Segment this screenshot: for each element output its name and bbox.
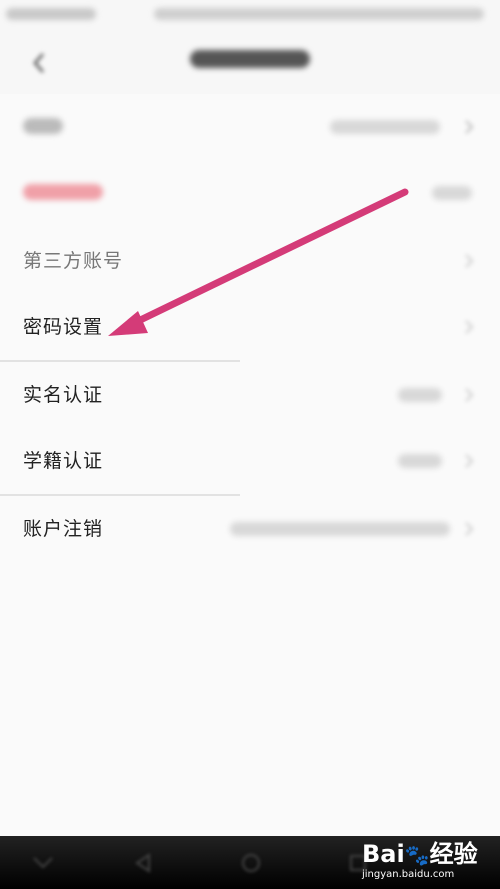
menu-item-label: 学籍认证 [23,450,104,472]
status-bar [0,0,500,36]
home-circle-icon[interactable] [238,850,264,876]
back-triangle-icon[interactable] [130,850,156,876]
watermark-brand-text: Bai [362,840,405,868]
menu-item-student-status-verification[interactable]: 学籍认证 [0,428,500,494]
student-status-blurred [398,454,442,468]
menu-item-password-settings[interactable]: 密码设置 [0,294,500,360]
menu-item-label: 账户注销 [23,518,104,540]
status-icons-blurred [154,8,484,20]
system-navigation-bar: Bai🐾经验 jingyan.baidu.com [0,836,500,889]
status-carrier-blurred [6,8,96,20]
real-name-status-blurred [398,388,442,402]
phone-row-blurred[interactable] [0,94,500,160]
chevron-right-icon [462,450,476,472]
menu-item-account-cancellation[interactable]: 账户注销 [0,496,500,562]
page-title-blurred [150,49,350,74]
watermark-brand: Bai🐾经验 [362,840,478,869]
watermark-url: jingyan.baidu.com [362,869,455,880]
back-arrow-icon[interactable] [26,50,52,76]
watermark-brand-suffix: 经验 [429,840,478,868]
phone-value-blurred [330,120,440,134]
chevron-right-icon [462,250,476,272]
paw-icon: 🐾 [404,843,430,867]
badge-row-blurred[interactable] [0,160,500,226]
menu-item-label: 实名认证 [23,384,104,406]
red-badge-blurred [23,184,103,200]
chevron-right-icon [462,116,476,138]
menu-item-third-party-account[interactable]: 第三方账号 [0,228,500,294]
menu-item-label: 密码设置 [23,316,104,338]
badge-value-blurred [432,186,472,200]
chevron-right-icon [462,384,476,406]
chevron-right-icon [462,316,476,338]
settings-list: 第三方账号 密码设置 实名认证 学籍认证 账户注销 [0,94,500,836]
nav-bar [0,36,500,94]
baidu-jingyan-watermark: Bai🐾经验 jingyan.baidu.com [362,836,492,889]
chevron-right-icon [462,518,476,540]
cancellation-note-blurred [230,522,450,536]
menu-item-label: 第三方账号 [23,250,124,272]
menu-icon[interactable] [30,850,56,876]
menu-item-real-name-verification[interactable]: 实名认证 [0,362,500,428]
phone-label-blurred [23,118,63,134]
